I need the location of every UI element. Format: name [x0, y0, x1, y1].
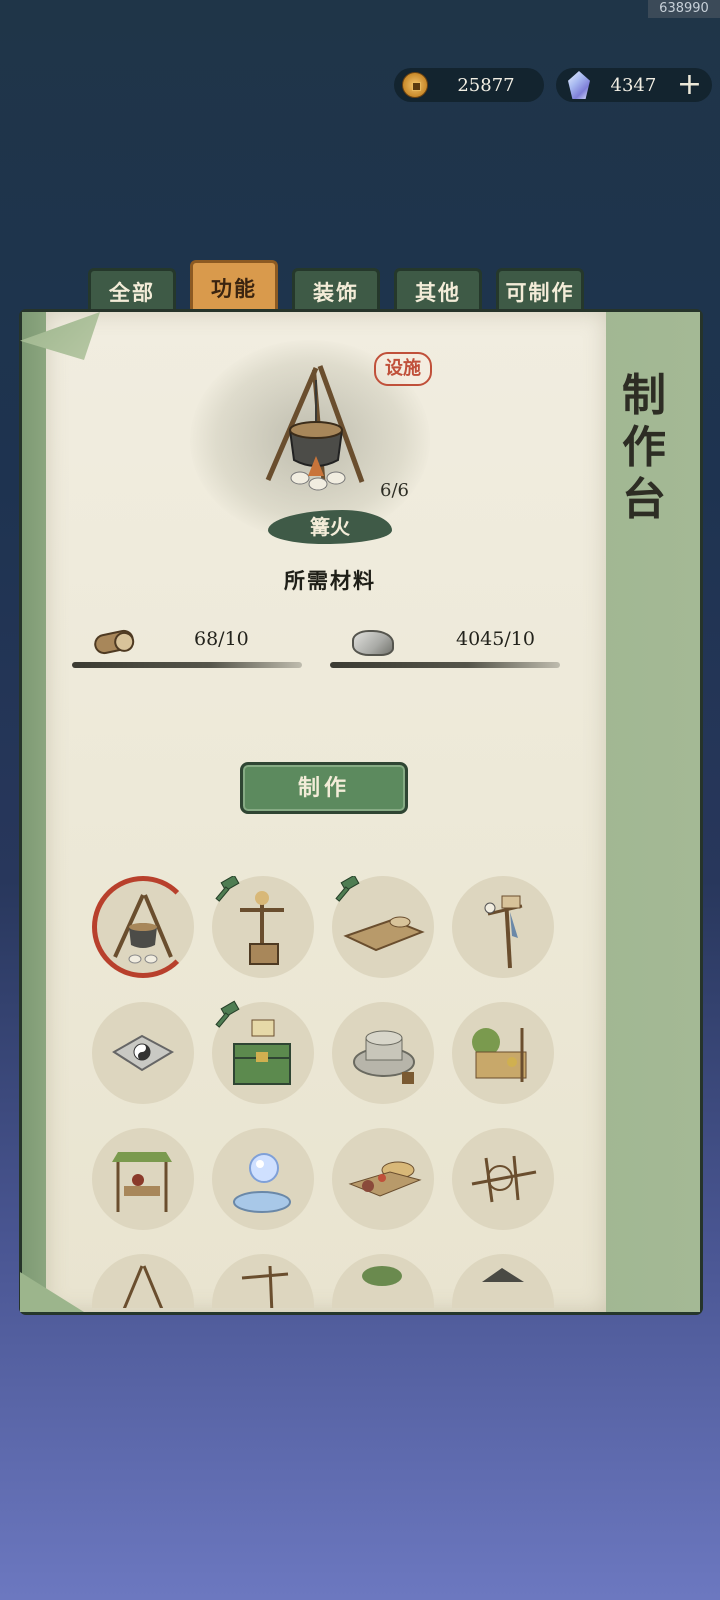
grid-item-spinning-wheel[interactable]	[452, 1128, 554, 1230]
wood-log-icon	[92, 628, 136, 656]
tab-all[interactable]: 全部	[88, 268, 176, 314]
new-recipe-hammer-icon	[215, 1000, 244, 1028]
facility-seal: 设施	[374, 352, 432, 386]
stone-icon	[352, 630, 394, 656]
grid-item-garden-shelf[interactable]	[452, 1002, 554, 1104]
wood-count: 68/10	[194, 628, 249, 650]
grid-item-cooking-table[interactable]	[332, 1128, 434, 1230]
category-tabs: 全部 功能 装饰 其他 可制作	[88, 260, 584, 314]
craft-button[interactable]: 制作	[240, 762, 408, 814]
gem-amount: 4347	[610, 74, 657, 96]
copper-coin-icon	[402, 72, 428, 98]
crafting-table-title: 制作台	[622, 370, 666, 525]
stone-count: 4045/10	[456, 628, 535, 650]
weathervane-post-icon	[484, 895, 523, 969]
tab-function[interactable]: 功能	[190, 260, 278, 312]
coin-balance: 25877	[394, 68, 544, 102]
campfire-pot-icon	[265, 365, 365, 491]
grid-item-market-stall[interactable]	[92, 1128, 194, 1230]
grid-item-wooden-frame[interactable]	[212, 1254, 314, 1308]
build-id-label: 638990	[648, 0, 720, 18]
crystal-orb-fountain-icon	[233, 1153, 291, 1213]
tripod-frame-icon	[122, 1265, 164, 1308]
required-materials-title: 所需材料	[284, 568, 376, 593]
campfire-icon	[113, 894, 173, 964]
grid-item-campfire[interactable]	[92, 876, 194, 978]
item-stock: 6/6	[380, 480, 409, 501]
tree-planter-icon	[362, 1266, 402, 1286]
hut-roof-icon	[482, 1268, 524, 1282]
grid-item-tripod-frame[interactable]	[92, 1254, 194, 1308]
spinning-wheel-icon	[471, 1155, 537, 1203]
tab-decoration[interactable]: 装饰	[292, 268, 380, 314]
grid-item-hut[interactable]	[452, 1254, 554, 1308]
tab-craftable[interactable]: 可制作	[496, 268, 584, 314]
new-recipe-hammer-icon	[215, 876, 244, 902]
garden-shelf-icon	[472, 1028, 527, 1082]
millstone-icon	[353, 1030, 415, 1084]
jade-gem-icon	[568, 71, 590, 99]
bagua-altar-icon	[112, 1034, 175, 1072]
tab-other[interactable]: 其他	[394, 268, 482, 314]
grid-item-millstone[interactable]	[332, 1002, 434, 1104]
new-recipe-hammer-icon	[335, 876, 364, 902]
grid-item-bagua-altar[interactable]	[92, 1002, 194, 1104]
grid-item-crystal-fountain[interactable]	[212, 1128, 314, 1230]
add-gems-button[interactable]: +	[677, 70, 702, 100]
market-stall-icon	[112, 1152, 172, 1212]
gem-balance: 4347 +	[556, 68, 712, 102]
item-grid	[90, 876, 570, 1308]
grid-item-weathervane[interactable]	[452, 876, 554, 978]
material-row-wood: 68/10	[72, 628, 312, 672]
cooking-table-icon	[348, 1161, 422, 1197]
coin-amount: 25877	[457, 74, 515, 96]
wooden-frame-icon	[241, 1265, 289, 1308]
grid-item-tree-planter[interactable]	[332, 1254, 434, 1308]
material-row-stone: 4045/10	[330, 628, 570, 672]
